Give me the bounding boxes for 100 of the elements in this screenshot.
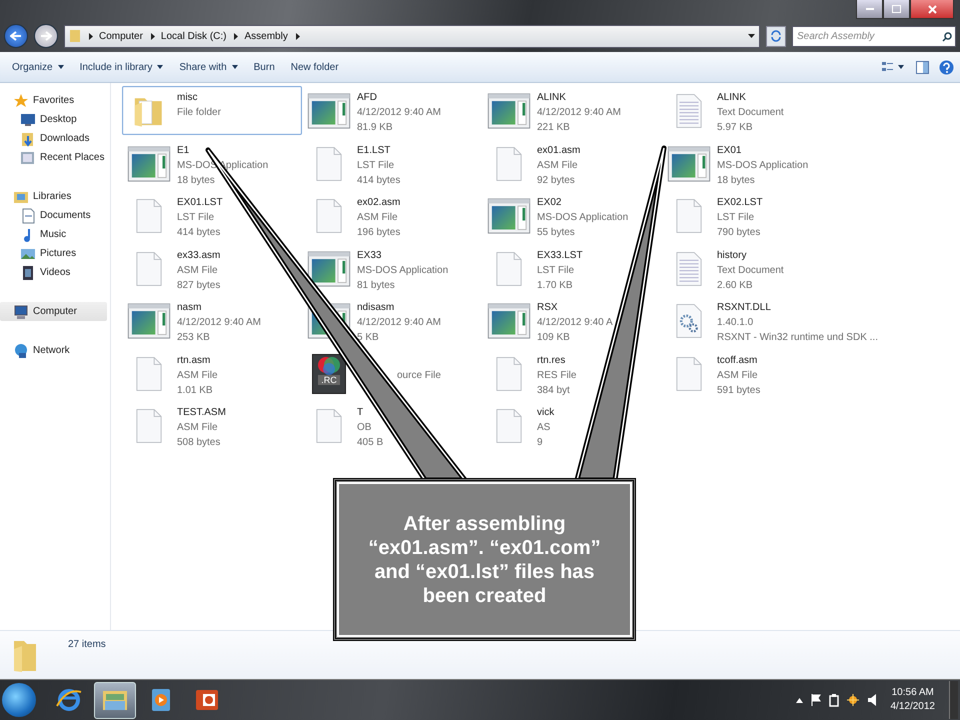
document-icon <box>676 354 702 392</box>
sidebar-item[interactable]: Videos <box>0 263 110 282</box>
power-icon[interactable] <box>828 694 838 706</box>
sidebar-item[interactable]: Recent Places <box>0 148 110 167</box>
file-detail: 81 bytes <box>357 278 396 292</box>
file-detail: 384 byt <box>537 384 571 398</box>
breadcrumb[interactable]: Computer <box>99 30 143 42</box>
file-item[interactable]: ex02.asm ASM File 196 bytes <box>302 191 482 240</box>
toolbar-button[interactable]: Include in library <box>74 58 170 76</box>
show-desktop-button[interactable] <box>949 681 958 719</box>
file-item[interactable]: tcoff.asm ASM File 591 bytes <box>662 348 842 398</box>
file-name: vick <box>537 406 554 420</box>
file-detail: Text Document <box>717 264 784 278</box>
file-detail: 1.01 KB <box>177 384 214 398</box>
download-folder-icon <box>20 130 36 146</box>
forward-button[interactable] <box>34 24 58 48</box>
text-document-icon <box>676 250 702 288</box>
chevron-icon <box>234 32 238 40</box>
file-item[interactable]: EX33 MS-DOS Application 81 bytes <box>302 244 482 292</box>
file-item[interactable]: rtn.asm ASM File 1.01 KB <box>122 348 302 398</box>
file-item[interactable]: E1.LST LST File 414 bytes <box>302 138 482 188</box>
file-name: rtn.asm <box>177 354 212 368</box>
toolbar-button[interactable]: Organize <box>6 58 70 76</box>
breadcrumb[interactable]: Assembly <box>244 30 288 42</box>
sidebar-item[interactable]: Favorites <box>0 91 110 110</box>
minimize-button[interactable] <box>856 0 883 19</box>
show-hidden-icons-icon[interactable] <box>796 698 802 702</box>
file-detail: RES File <box>537 368 576 382</box>
file-detail: LST File <box>177 211 216 225</box>
file-detail: 55 bytes <box>537 226 576 240</box>
sidebar-item[interactable]: Documents <box>0 206 110 225</box>
search-field[interactable]: Search Assembly <box>792 26 956 46</box>
file-item[interactable]: EX01.LST LST File 414 bytes <box>122 191 302 240</box>
dropdown-arrow-icon[interactable] <box>748 34 755 38</box>
file-name: misc <box>177 91 199 105</box>
close-icon <box>928 4 936 14</box>
close-button[interactable] <box>910 0 954 19</box>
file-name: TEST.ASM <box>177 406 226 420</box>
document-icon <box>20 208 36 224</box>
back-button[interactable] <box>4 24 28 48</box>
file-item[interactable]: nasm 4/12/2012 9:40 AM 253 KB <box>122 296 302 345</box>
gear-document-icon <box>676 302 702 340</box>
sidebar-item[interactable]: Music <box>0 225 110 244</box>
sidebar-item[interactable]: Libraries <box>0 187 110 206</box>
sidebar-item[interactable]: Pictures <box>0 244 110 263</box>
toolbar-button[interactable]: Burn <box>248 58 281 76</box>
breadcrumb[interactable]: Local Disk (C:) <box>160 30 226 42</box>
address-bar[interactable]: Computer Local Disk (C:) Assembly <box>64 24 760 48</box>
file-item[interactable]: T OB 405 B <box>302 401 482 450</box>
file-item[interactable]: RSXNT.DLL 1.40.1.0 RSXNT - Win32 runtime und SDK ... <box>662 296 883 345</box>
file-item[interactable]: ALINK Text Document 5.97 KB <box>662 86 842 135</box>
file-detail: 508 bytes <box>177 436 222 450</box>
star-icon <box>13 92 29 108</box>
file-item[interactable]: EX02 MS-DOS Application 55 bytes <box>482 191 662 240</box>
sidebar-item[interactable]: Computer <box>0 302 107 321</box>
media-player-icon[interactable] <box>152 689 170 711</box>
callout-text: After assembling “ex01.asm”. “ex01.com” and “ex01.lst” files has been created <box>367 512 602 608</box>
sidebar-item[interactable]: Downloads <box>0 129 110 148</box>
toolbar-button[interactable]: New folder <box>284 58 345 76</box>
flag-icon[interactable] <box>810 694 820 706</box>
resource-file-icon: .RC <box>312 354 346 394</box>
file-detail: RSXNT - Win32 runtime und SDK ... <box>717 331 878 345</box>
file-name: RSXNT.DLL <box>717 301 772 315</box>
document-icon <box>496 144 522 182</box>
file-item[interactable]: history Text Document 2.60 KB <box>662 244 842 292</box>
file-item[interactable]: .RC ource File <box>302 348 482 398</box>
file-item[interactable]: EX33.LST LST File 1.70 KB <box>482 244 662 292</box>
file-item[interactable]: AFD 4/12/2012 9:40 AM 81.9 KB <box>302 86 482 135</box>
file-item[interactable]: EX02.LST LST File 790 bytes <box>662 191 842 240</box>
file-name: nasm <box>177 301 202 315</box>
file-item[interactable]: TEST.ASM ASM File 508 bytes <box>122 401 302 450</box>
toolbar-button[interactable]: Share with <box>173 58 244 76</box>
application-window-icon <box>487 93 531 129</box>
refresh-button[interactable] <box>766 26 786 46</box>
help-icon[interactable] <box>939 60 954 74</box>
file-item[interactable]: ex01.asm ASM File 92 bytes <box>482 138 662 188</box>
sidebar-item[interactable]: Network <box>0 341 110 360</box>
presentation-app-icon[interactable] <box>196 690 218 710</box>
file-item[interactable]: EX01 MS-DOS Application 18 bytes <box>662 138 842 188</box>
file-detail: 1.70 KB <box>537 278 574 292</box>
view-options-icon[interactable] <box>882 61 906 73</box>
file-item[interactable]: ALINK 4/12/2012 9:40 AM 221 KB <box>482 86 662 135</box>
file-name: EX02.LST <box>717 196 763 210</box>
file-item[interactable]: misc File folder <box>122 86 302 135</box>
start-button[interactable] <box>2 683 36 717</box>
file-detail: 4/12/2012 9:40 AM <box>357 316 441 330</box>
document-icon <box>316 407 342 445</box>
application-window-icon <box>127 146 171 182</box>
maximize-button[interactable] <box>883 0 910 19</box>
file-detail: MS-DOS Application <box>537 211 628 225</box>
file-item[interactable]: RSX 4/12/2012 9:40 A 109 KB <box>482 296 662 345</box>
file-item[interactable]: rtn.res RES File 384 byt <box>482 348 662 398</box>
preview-pane-icon[interactable] <box>916 60 929 74</box>
speaker-icon[interactable] <box>868 694 876 706</box>
document-icon <box>496 354 522 392</box>
clock[interactable]: 10:56 AM 4/12/2012 <box>890 686 935 714</box>
browser-icon[interactable] <box>56 689 82 711</box>
forward-arrow-icon <box>40 31 52 41</box>
sidebar-item[interactable]: Desktop <box>0 110 110 129</box>
file-item[interactable]: vick AS 9 <box>482 401 662 450</box>
